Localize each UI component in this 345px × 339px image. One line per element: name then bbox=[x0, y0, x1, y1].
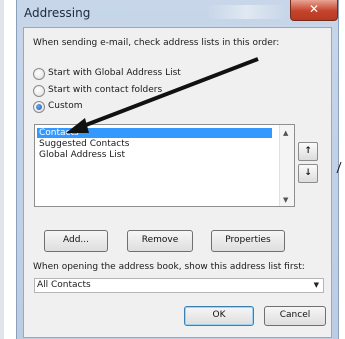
annotation-arrow-head bbox=[66, 118, 89, 133]
annotation-arrow bbox=[66, 57, 342, 174]
annotation-arrow-tail-stroke bbox=[336, 161, 342, 174]
annotation-arrow-shaft bbox=[77, 57, 259, 130]
